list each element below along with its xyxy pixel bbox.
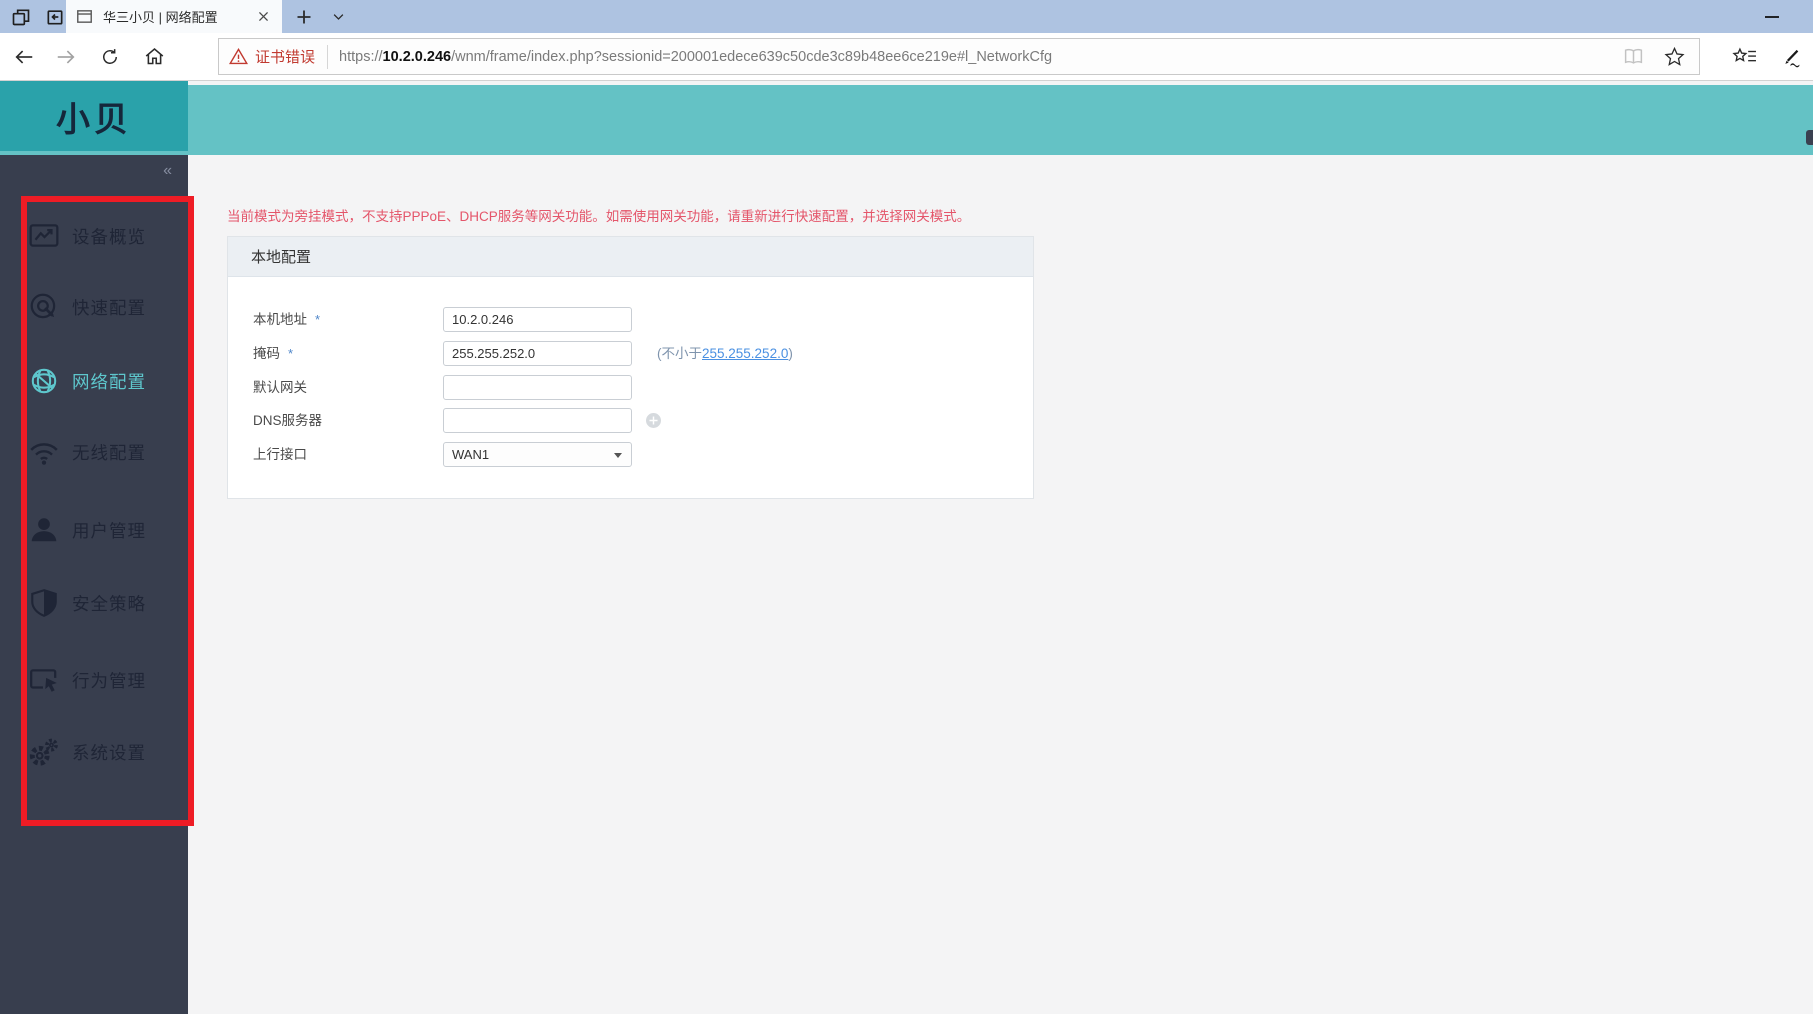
uplink-interface-label: 上行接口 xyxy=(253,447,307,462)
netmask-hint-link[interactable]: 255.255.252.0 xyxy=(702,346,788,361)
hub-star-list-icon xyxy=(1731,46,1757,68)
add-favorite-star-icon[interactable] xyxy=(1664,46,1685,67)
local-address-input[interactable] xyxy=(443,307,632,332)
default-gateway-input[interactable] xyxy=(443,375,632,400)
netmask-input[interactable] xyxy=(443,341,632,366)
form-row-local-address: 本机地址 * xyxy=(228,307,1033,332)
sidebar-item-quick-config[interactable]: 快速配置 xyxy=(0,287,188,327)
chart-icon xyxy=(28,220,60,252)
header-edge-sliver xyxy=(1806,130,1813,145)
tab-list-chevron-button[interactable] xyxy=(323,0,353,33)
refresh-button[interactable] xyxy=(90,33,130,80)
forward-button[interactable] xyxy=(46,33,86,80)
sidebar-item-device-overview[interactable]: 设备概览 xyxy=(0,216,188,256)
tab-close-icon[interactable] xyxy=(253,8,274,25)
panel-header: 本地配置 xyxy=(228,237,1033,277)
user-icon xyxy=(28,514,60,546)
url-path: /wnm/frame/index.php?sessionid=200001ede… xyxy=(451,48,1053,65)
add-dns-button[interactable] xyxy=(646,413,661,428)
sidebar-item-behavior-management[interactable]: 行为管理 xyxy=(0,660,188,700)
app-logo: 小贝 xyxy=(0,81,188,151)
reading-view-icon[interactable] xyxy=(1623,46,1644,67)
url-host: 10.2.0.246 xyxy=(382,48,452,65)
back-arrow-icon xyxy=(13,46,35,68)
form-row-netmask: 掩码* (不小于255.255.252.0) xyxy=(228,341,1033,366)
select-caret-icon xyxy=(614,453,622,458)
behavior-icon xyxy=(28,664,60,696)
netmask-hint: (不小于255.255.252.0) xyxy=(657,346,793,361)
netmask-label: 掩码 * xyxy=(253,346,294,361)
web-note-pen-button[interactable] xyxy=(1770,33,1810,80)
quick-config-icon xyxy=(28,291,60,323)
dns-server-label: DNS服务器 xyxy=(253,413,323,428)
required-asterisk: * xyxy=(288,346,294,361)
url-text: https://10.2.0.246/wnm/frame/index.php?s… xyxy=(339,49,1623,65)
sidebar-item-label: 行为管理 xyxy=(72,670,146,691)
url-field[interactable]: 证书错误 https://10.2.0.246/wnm/frame/index.… xyxy=(218,38,1700,75)
local-config-panel: 本地配置 本机地址* 掩码* (不小于255.255.252.0) 默认网关 D… xyxy=(227,236,1034,499)
panel-title: 本地配置 xyxy=(251,249,312,266)
browser-addressbar: 证书错误 https://10.2.0.246/wnm/frame/index.… xyxy=(0,33,1813,81)
shield-icon xyxy=(28,587,60,619)
form-row-uplink-interface: 上行接口 WAN1 xyxy=(228,442,1033,467)
url-scheme: https:// xyxy=(339,48,383,65)
sidebar-item-label: 设备概览 xyxy=(72,226,146,247)
home-button[interactable] xyxy=(134,33,174,80)
form-row-dns-server: DNS服务器 xyxy=(228,408,1033,433)
dns-server-input[interactable] xyxy=(443,408,632,433)
tab-preview-button[interactable] xyxy=(5,0,37,33)
warning-triangle-icon xyxy=(229,47,248,66)
local-address-label: 本机地址 * xyxy=(253,312,321,327)
page-favicon-icon xyxy=(76,8,93,25)
url-divider xyxy=(327,44,329,69)
plus-icon xyxy=(649,416,658,425)
new-tab-button[interactable] xyxy=(288,0,320,33)
uplink-interface-value: WAN1 xyxy=(452,447,490,462)
tab-title: 华三小贝 | 网络配置 xyxy=(103,10,218,25)
sidebar-item-label: 网络配置 xyxy=(72,371,146,392)
sidebar-collapse-button[interactable]: « xyxy=(163,163,172,179)
logo-text: 小贝 xyxy=(56,100,132,139)
uplink-interface-select[interactable]: WAN1 xyxy=(443,442,632,467)
sidebar-item-user-management[interactable]: 用户管理 xyxy=(0,510,188,550)
back-button[interactable] xyxy=(4,33,44,80)
certificate-error-button[interactable]: 证书错误 xyxy=(219,46,327,67)
sidebar-nav: « 设备概览 快速配置 网络配置 无线配置 用户管理 安全策略 行为管理 系统设… xyxy=(0,155,188,1014)
window-minimize-button[interactable] xyxy=(1752,0,1792,33)
globe-icon xyxy=(28,365,60,397)
sidebar-item-label: 用户管理 xyxy=(72,520,146,541)
sidebar-item-wireless-config[interactable]: 无线配置 xyxy=(0,432,188,472)
minimize-icon xyxy=(1764,9,1780,25)
browser-titlebar: 华三小贝 | 网络配置 xyxy=(0,0,1813,33)
sidebar-item-label: 无线配置 xyxy=(72,442,146,463)
required-asterisk: * xyxy=(315,312,321,327)
app-header xyxy=(0,85,1813,155)
chevron-down-icon xyxy=(331,9,346,24)
sidebar-item-label: 系统设置 xyxy=(72,742,146,763)
home-icon xyxy=(144,46,165,67)
sidebar-item-label: 安全策略 xyxy=(72,593,146,614)
sidebar-item-label: 快速配置 xyxy=(72,297,146,318)
sidebar-item-security-policy[interactable]: 安全策略 xyxy=(0,583,188,623)
gears-icon xyxy=(28,736,60,768)
form-row-default-gateway: 默认网关 xyxy=(228,375,1033,400)
mode-warning-text: 当前模式为旁挂模式，不支持PPPoE、DHCP服务等网关功能。如需使用网关功能，… xyxy=(227,209,971,224)
favorites-hub-button[interactable] xyxy=(1722,33,1766,80)
tabs-preview-icon xyxy=(11,7,31,27)
browser-tab[interactable]: 华三小贝 | 网络配置 xyxy=(66,0,282,33)
refresh-icon xyxy=(100,47,120,67)
pen-icon xyxy=(1779,45,1802,68)
sidebar-item-system-settings[interactable]: 系统设置 xyxy=(0,732,188,772)
plus-icon xyxy=(296,9,312,25)
set-aside-icon xyxy=(45,7,65,27)
certificate-error-label: 证书错误 xyxy=(255,49,316,66)
wifi-icon xyxy=(28,436,60,468)
forward-arrow-icon xyxy=(55,46,77,68)
default-gateway-label: 默认网关 xyxy=(253,380,307,395)
sidebar-item-network-config[interactable]: 网络配置 xyxy=(0,361,188,401)
